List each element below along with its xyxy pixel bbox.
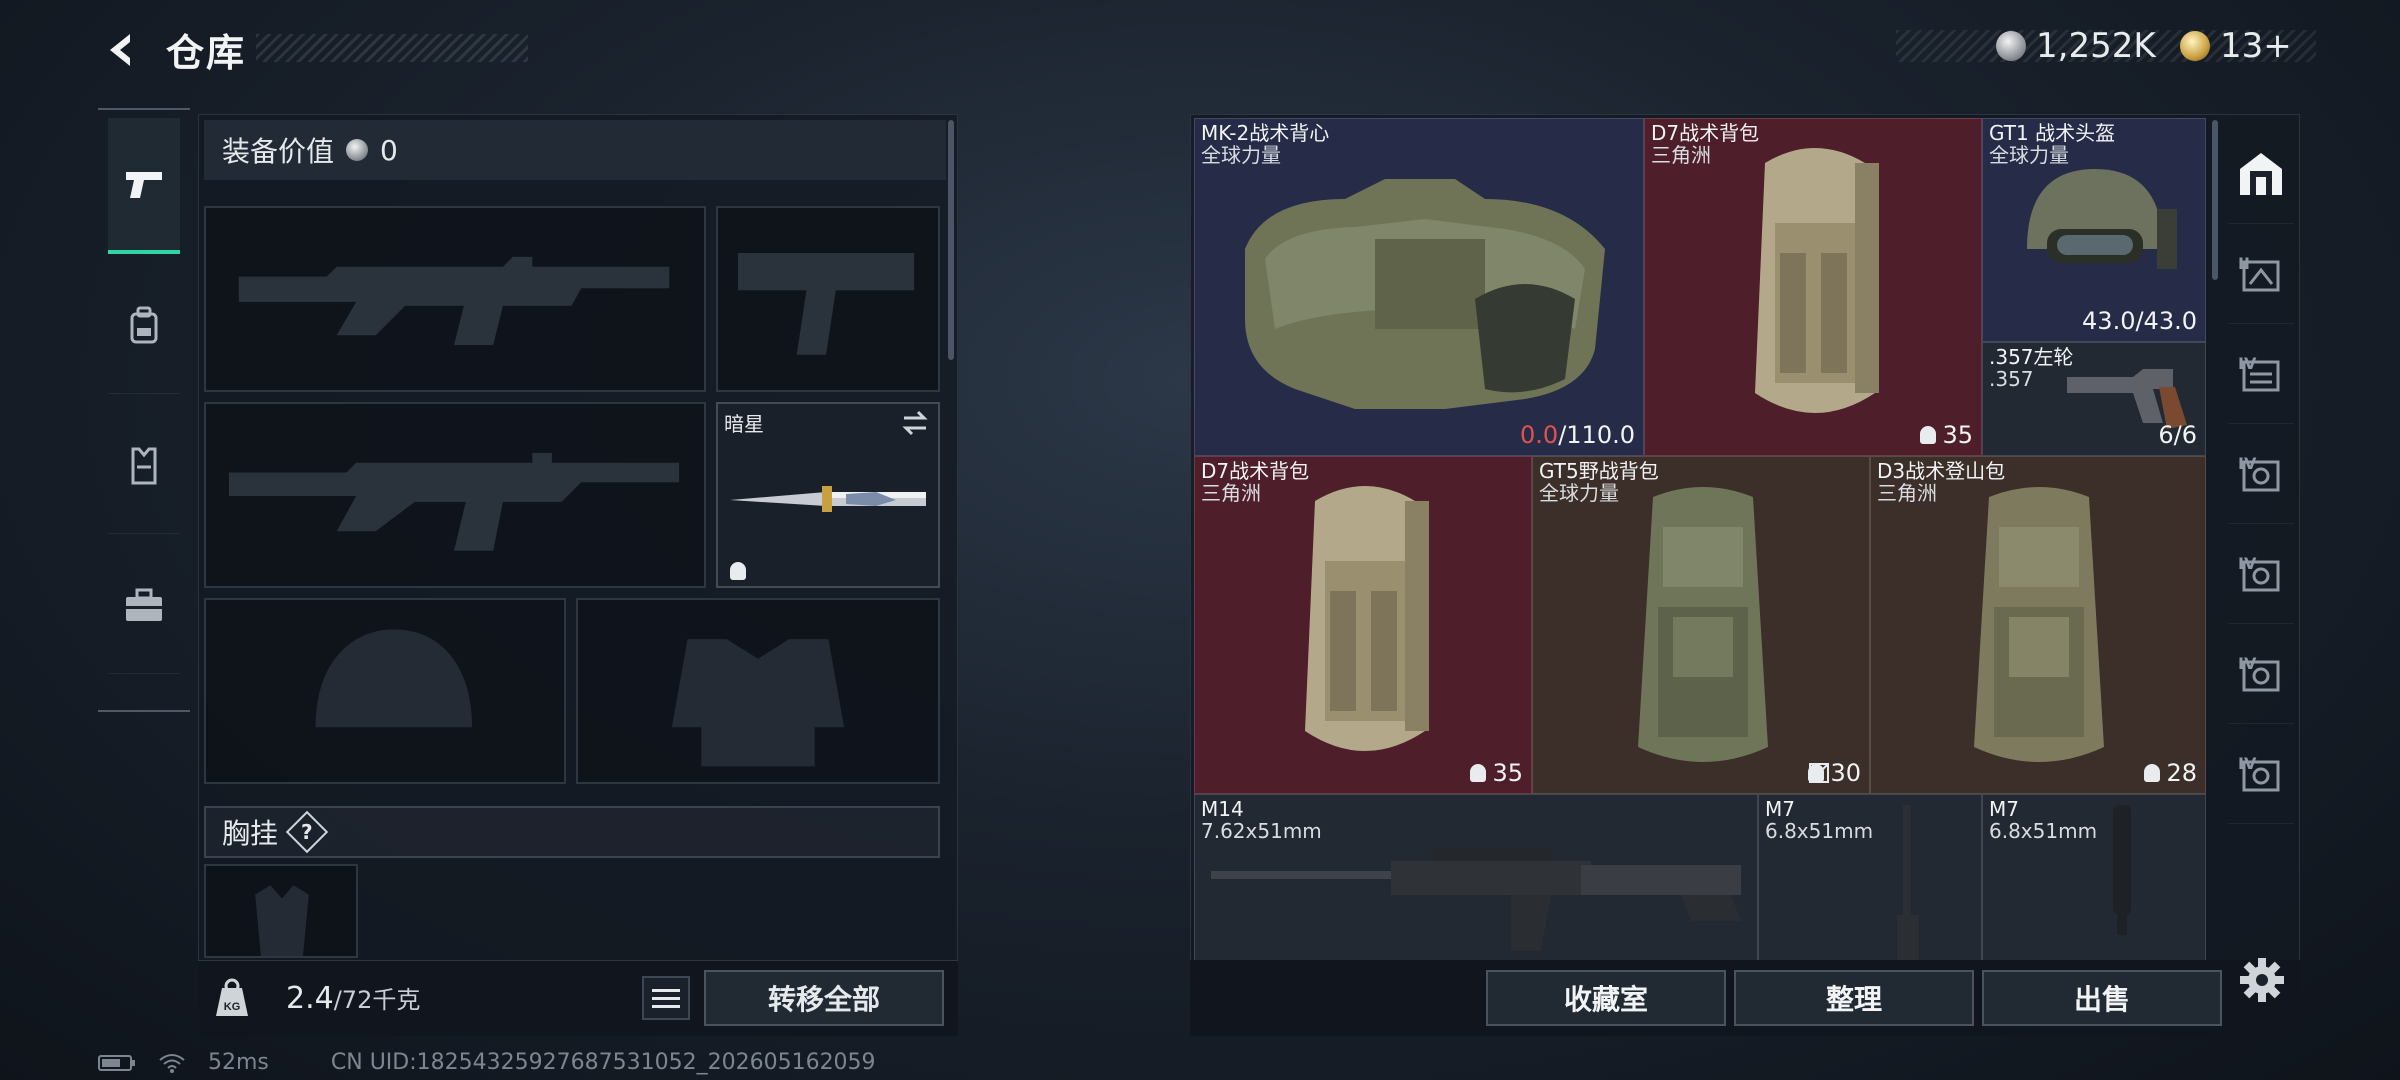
settings-gear-icon[interactable]: [2236, 954, 2288, 1006]
vest-icon: [131, 447, 157, 484]
helmet-silhouette-icon: [315, 629, 473, 728]
weight-readout: 2.4/72千克: [286, 981, 421, 1016]
equipment-value: 0: [380, 133, 398, 167]
item-gt1-helmet[interactable]: GT1 战术头盔 全球力量 43.0/43.0: [1982, 118, 2206, 342]
page-title: 仓库: [166, 31, 247, 75]
currency-silver: 1,252K: [1996, 26, 2156, 66]
sell-button[interactable]: 出售: [1982, 970, 2222, 1026]
tab-vest[interactable]: [108, 398, 180, 534]
armor-vest-icon: [1245, 179, 1605, 409]
helmet-icon: [2027, 169, 2177, 269]
back-arrow-icon: [110, 34, 130, 66]
secondary-weapon-slot[interactable]: [204, 402, 706, 588]
storage-tabs: II IV IV IV IV IV: [2228, 124, 2294, 954]
storage-tab-4[interactable]: IV: [2228, 424, 2294, 524]
tab-weapons[interactable]: [108, 118, 180, 254]
help-icon[interactable]: ?: [285, 810, 329, 854]
user-uid: CN UID:18254325927687531052_202605162059: [330, 1050, 876, 1075]
melee-name: 暗星: [724, 412, 764, 436]
loadout-scrollbar[interactable]: [948, 120, 954, 360]
battery-icon: [98, 1054, 135, 1071]
loadout-tabs: [98, 108, 190, 712]
weight-icon: KG: [216, 978, 248, 1016]
item-d7-backpack-2[interactable]: D7战术背包 三角洲 35: [1194, 456, 1532, 794]
equipment-value-label: 装备价值: [222, 135, 335, 168]
swap-icon[interactable]: [900, 410, 930, 436]
storage-tab-3[interactable]: IV: [2228, 324, 2294, 424]
item-d3-backpack[interactable]: D3战术登山包 三角洲 28: [1870, 456, 2206, 794]
item-m14-rifle[interactable]: M14 7.62x51mm: [1194, 794, 1758, 960]
chest-rig-silhouette-icon: [255, 885, 309, 956]
item-m7-suppressor[interactable]: M7 6.8x51mm: [1758, 794, 1982, 960]
armor-silhouette-icon: [671, 639, 845, 767]
storage-tab-2[interactable]: II: [2228, 224, 2294, 324]
pistol-slot[interactable]: [716, 206, 940, 392]
status-bar: 52ms CN UID:18254325927687531052_2026051…: [98, 1050, 876, 1075]
backpack-icon: [1974, 487, 2104, 762]
backpack-icon: [1755, 148, 1879, 413]
currency-gold[interactable]: 13+: [2180, 26, 2292, 66]
tab-backpack[interactable]: [108, 258, 180, 394]
wifi-icon: [159, 1053, 185, 1073]
silver-coin-icon: [346, 139, 369, 161]
storage-tab-6[interactable]: IV: [2228, 624, 2294, 724]
item-m7-suppressor-2[interactable]: M7 6.8x51mm: [1982, 794, 2206, 960]
lock-icon: [730, 562, 746, 580]
helmet-slot[interactable]: [204, 598, 566, 784]
pistol-silhouette-icon: [737, 253, 915, 355]
list-view-button[interactable]: [642, 976, 690, 1020]
primary-weapon-slot[interactable]: [204, 206, 706, 392]
no-trade-icon: [1809, 763, 1830, 783]
item-d7-backpack[interactable]: D7战术背包 三角洲 35: [1644, 118, 1982, 456]
item-mk2-vest[interactable]: MK-2战术背心 全球力量 0.0/110.0: [1194, 118, 1644, 456]
equipment-value-bar: 装备价值 0: [204, 120, 946, 180]
home-storage-icon: [2240, 152, 2282, 195]
chest-rig-header: 胸挂 ?: [204, 806, 940, 858]
storage-grid: MK-2战术背心 全球力量 0.0/110.0 D7战术背包 三角洲 35 GT…: [1194, 118, 2206, 960]
suppressor-icon: [2113, 805, 2131, 935]
storage-tab-5[interactable]: IV: [2228, 524, 2294, 624]
knife-icon: [730, 486, 926, 512]
suppressor-icon: [1897, 805, 1919, 960]
collection-room-button[interactable]: 收藏室: [1486, 970, 1726, 1026]
storage-tab-main[interactable]: [2228, 124, 2294, 224]
briefcase-icon: [126, 588, 162, 621]
melee-slot[interactable]: 暗星: [716, 402, 940, 588]
rifle-silhouette-icon: [228, 452, 680, 551]
item-gt5-backpack[interactable]: GT5野战背包 全球力量 30: [1532, 456, 1870, 794]
ping: 52ms: [208, 1050, 269, 1075]
item-357-revolver[interactable]: .357左轮 .357 6/6: [1982, 342, 2206, 456]
backpack-icon: [130, 306, 158, 343]
tab-case[interactable]: [108, 538, 180, 674]
durability: 0.0/110.0: [1520, 421, 1635, 449]
svg-text:KG: KG: [224, 1001, 241, 1013]
armor-slot[interactable]: [576, 598, 940, 784]
storage-scrollbar[interactable]: [2212, 120, 2218, 280]
storage-tab-7[interactable]: IV: [2228, 724, 2294, 824]
silver-coin-icon: [1996, 31, 2026, 61]
title-decoration: [256, 34, 528, 62]
pistol-icon: [126, 172, 162, 198]
backpack-icon: [1638, 487, 1768, 762]
backpack-icon: [1305, 486, 1429, 751]
back-button[interactable]: [96, 28, 144, 72]
rifle-silhouette-icon: [238, 256, 670, 345]
chest-rig-label: 胸挂: [222, 817, 279, 850]
rifle-icon: [1211, 847, 1741, 951]
transfer-all-button[interactable]: 转移全部: [704, 970, 944, 1026]
chest-rig-slot[interactable]: [204, 864, 358, 958]
organize-button[interactable]: 整理: [1734, 970, 1974, 1026]
gold-coin-icon: [2180, 31, 2210, 61]
